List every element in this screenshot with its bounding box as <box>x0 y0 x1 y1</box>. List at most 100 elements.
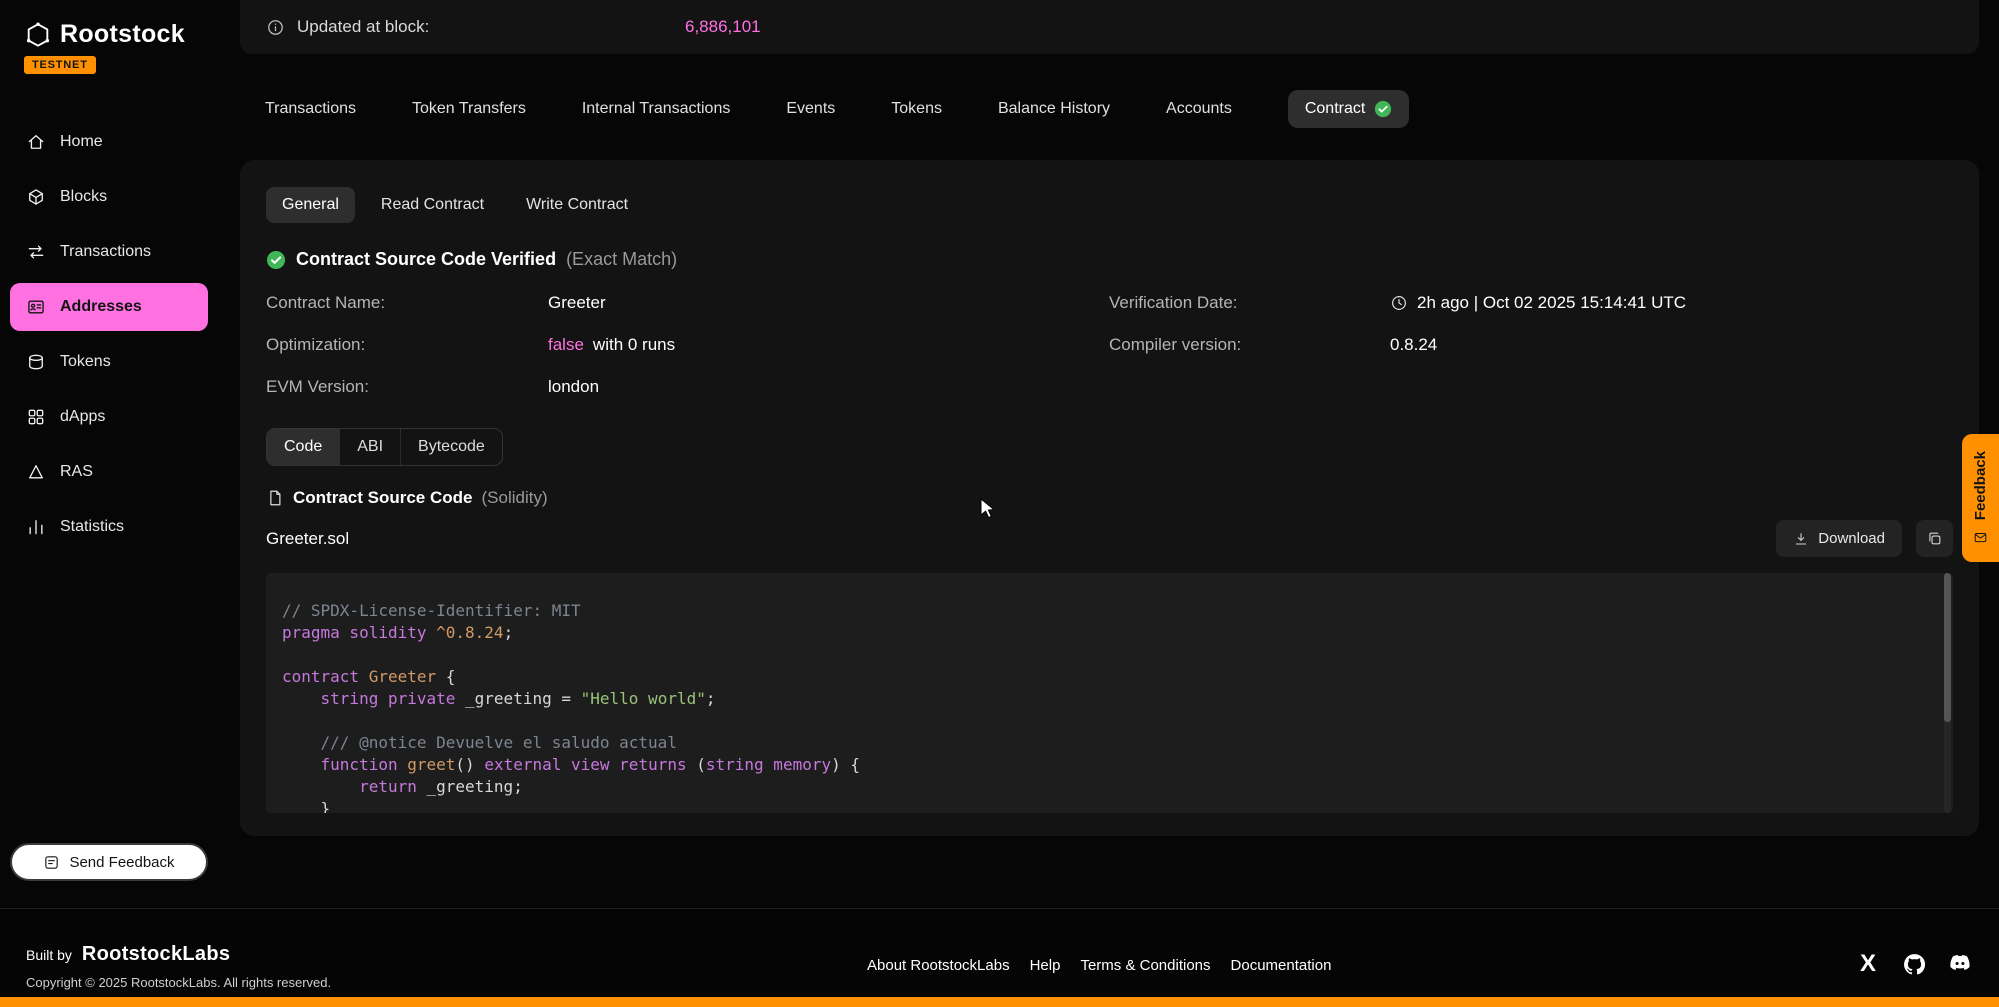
file-actions: Download <box>1776 520 1953 557</box>
footer-accent-strip <box>0 997 1999 1007</box>
sidebar-item-transactions[interactable]: Transactions <box>10 228 208 276</box>
optimization-value: false with 0 runs <box>548 335 675 355</box>
copy-source-button[interactable] <box>1916 520 1953 557</box>
verified-note: (Exact Match) <box>566 249 677 270</box>
discord-icon[interactable] <box>1947 951 1973 977</box>
verified-title: Contract Source Code Verified <box>296 249 556 270</box>
feedback-note-icon <box>43 854 60 871</box>
tab-balance-history[interactable]: Balance History <box>998 100 1110 118</box>
feedback-tab-label: Feedback <box>1972 451 1989 520</box>
evm-version-row: EVM Version: london <box>266 366 1109 408</box>
source-file-name: Greeter.sol <box>266 529 349 549</box>
page: Rootstock TESTNET Home Blocks Transactio… <box>0 0 1999 1007</box>
subtab-read-contract[interactable]: Read Contract <box>365 187 500 223</box>
optimization-row: Optimization: false with 0 runs <box>266 324 1109 366</box>
sidebar-item-label: Home <box>60 133 103 151</box>
optimization-flag: false <box>548 335 584 355</box>
sidebar-item-label: Blocks <box>60 188 107 206</box>
tab-accounts[interactable]: Accounts <box>1166 100 1232 118</box>
footer-link-help[interactable]: Help <box>1030 957 1061 974</box>
rootstock-hexagon-icon <box>24 21 52 49</box>
feedback-tab[interactable]: Feedback <box>1962 434 1999 562</box>
verified-check-icon <box>266 250 286 270</box>
sidebar-item-statistics[interactable]: Statistics <box>10 503 208 551</box>
contract-subtabs: General Read Contract Write Contract <box>266 187 1953 223</box>
ras-icon <box>26 462 46 482</box>
code-view-switch: Code ABI Bytecode <box>266 428 503 466</box>
updated-at-block-label: Updated at block: <box>297 17 429 37</box>
built-by-label: Built by <box>26 947 72 963</box>
code-scrollbar-thumb[interactable] <box>1944 573 1951 722</box>
address-tabs: Transactions Token Transfers Internal Tr… <box>265 89 1409 129</box>
transactions-icon <box>26 242 46 262</box>
tokens-icon <box>26 352 46 372</box>
footer-link-terms[interactable]: Terms & Conditions <box>1080 957 1210 974</box>
compiler-version-label: Compiler version: <box>1109 335 1390 355</box>
footer-link-documentation[interactable]: Documentation <box>1231 957 1332 974</box>
source-code-viewer: // SPDX-License-Identifier: MITpragma so… <box>266 573 1953 813</box>
document-icon <box>266 489 284 507</box>
sidebar-item-ras[interactable]: RAS <box>10 448 208 496</box>
testnet-badge: TESTNET <box>24 56 96 74</box>
contract-name-label: Contract Name: <box>266 293 548 313</box>
send-feedback-label: Send Feedback <box>69 854 174 871</box>
sidebar-item-label: Addresses <box>60 298 142 316</box>
verified-banner: Contract Source Code Verified (Exact Mat… <box>266 249 1953 270</box>
details-left-column: Contract Name: Greeter Optimization: fal… <box>266 282 1109 408</box>
tab-token-transfers[interactable]: Token Transfers <box>412 100 526 118</box>
optimization-label: Optimization: <box>266 335 548 355</box>
sidebar-item-addresses[interactable]: Addresses <box>10 283 208 331</box>
subtab-general[interactable]: General <box>266 187 355 223</box>
compiler-version-row: Compiler version: 0.8.24 <box>1109 324 1686 366</box>
tab-internal-transactions[interactable]: Internal Transactions <box>582 100 731 118</box>
dapps-icon <box>26 407 46 427</box>
rootstocklabs-brand[interactable]: RootstockLabs <box>82 943 230 966</box>
seg-code[interactable]: Code <box>267 429 339 465</box>
code-scrollbar[interactable] <box>1944 573 1951 813</box>
subtab-write-contract[interactable]: Write Contract <box>510 187 644 223</box>
built-by-block: Built by RootstockLabs <box>26 943 230 966</box>
tab-contract[interactable]: Contract <box>1288 90 1409 128</box>
copy-icon <box>1926 530 1943 547</box>
contract-panel: General Read Contract Write Contract Con… <box>240 160 1979 836</box>
optimization-suffix: with 0 runs <box>593 335 675 355</box>
seg-bytecode[interactable]: Bytecode <box>400 429 502 465</box>
tab-events[interactable]: Events <box>786 100 835 118</box>
evm-version-value: london <box>548 377 599 397</box>
social-links: X <box>1855 951 1973 977</box>
footer-link-about[interactable]: About RootstockLabs <box>867 957 1010 974</box>
footer-links: About RootstockLabs Help Terms & Conditi… <box>867 957 1331 974</box>
block-number-link[interactable]: 6,886,101 <box>685 17 761 37</box>
sidebar-item-dapps[interactable]: dApps <box>10 393 208 441</box>
send-feedback-button[interactable]: Send Feedback <box>10 843 208 881</box>
source-title: Contract Source Code <box>293 488 472 508</box>
rootstock-logo[interactable]: Rootstock <box>0 20 218 49</box>
sidebar-item-blocks[interactable]: Blocks <box>10 173 208 221</box>
sidebar-item-label: Tokens <box>60 353 111 371</box>
tab-tokens[interactable]: Tokens <box>891 100 942 118</box>
info-icon <box>266 18 285 37</box>
home-icon <box>26 132 46 152</box>
updated-block-bar: Updated at block: 6,886,101 <box>240 0 1979 54</box>
code-lines: // SPDX-License-Identifier: MITpragma so… <box>282 600 1933 813</box>
statistics-icon <box>26 517 46 537</box>
sidebar-item-home[interactable]: Home <box>10 118 208 166</box>
compiler-version-value: 0.8.24 <box>1390 335 1437 355</box>
github-icon[interactable] <box>1901 951 1927 977</box>
download-button[interactable]: Download <box>1776 520 1902 557</box>
source-language-note: (Solidity) <box>481 488 547 508</box>
seg-abi[interactable]: ABI <box>339 429 400 465</box>
sidebar-item-tokens[interactable]: Tokens <box>10 338 208 386</box>
sidebar-nav: Home Blocks Transactions Addresses Token… <box>0 118 218 551</box>
clock-icon <box>1390 294 1408 312</box>
footer: Built by RootstockLabs Copyright © 2025 … <box>0 908 1999 1007</box>
verified-check-icon <box>1374 100 1392 118</box>
tab-transactions[interactable]: Transactions <box>265 100 356 118</box>
envelope-icon <box>1973 530 1988 545</box>
download-label: Download <box>1818 530 1885 547</box>
details-right-column: Verification Date: 2h ago | Oct 02 2025 … <box>1109 282 1686 408</box>
verification-date-text: 2h ago | Oct 02 2025 15:14:41 UTC <box>1417 293 1686 313</box>
sidebar-item-label: Transactions <box>60 243 151 261</box>
source-title-row: Contract Source Code (Solidity) <box>266 488 1953 508</box>
x-twitter-icon[interactable]: X <box>1855 951 1881 977</box>
